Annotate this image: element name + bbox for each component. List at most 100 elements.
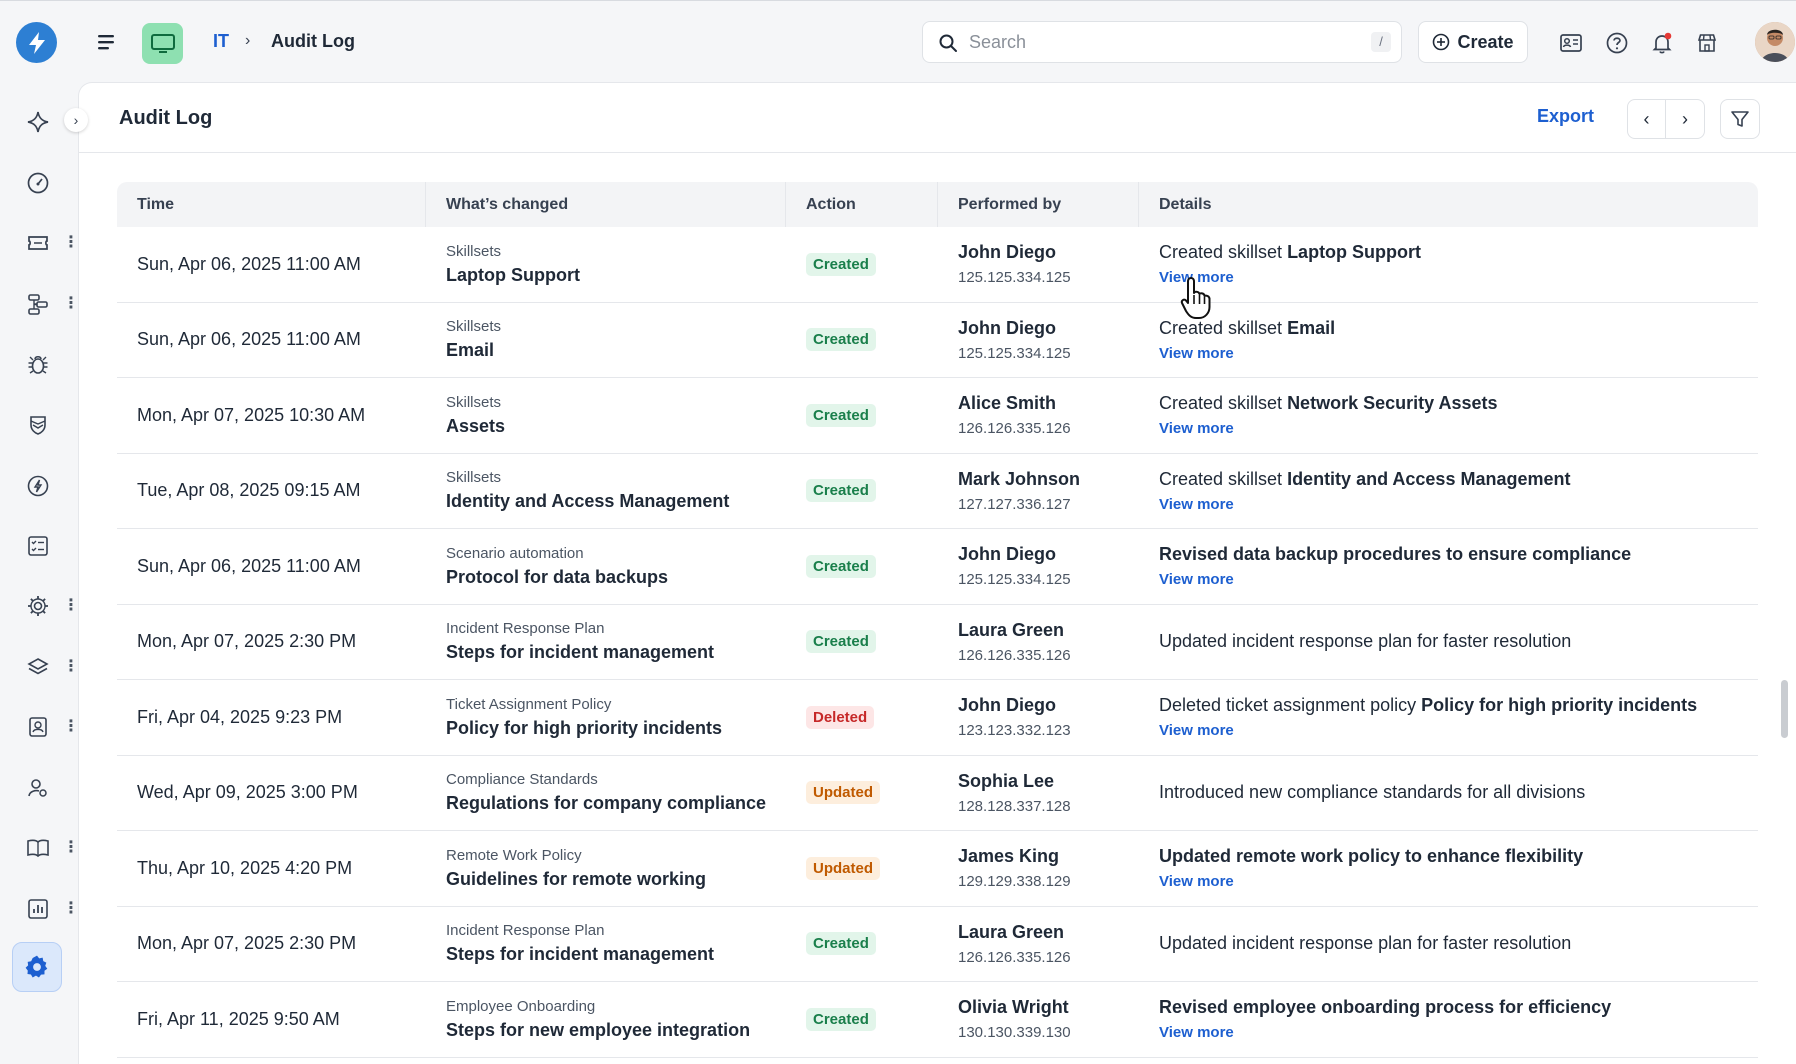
sidebar-expand-button[interactable]: ›: [64, 108, 88, 132]
column-header-time[interactable]: Time: [117, 182, 426, 227]
action-badge: Created: [806, 932, 876, 956]
breadcrumb-root[interactable]: IT: [213, 31, 229, 52]
column-header-details[interactable]: Details: [1139, 182, 1758, 227]
performer-ip: 126.126.335.126: [958, 420, 1071, 438]
view-more-link[interactable]: View more: [1159, 345, 1758, 362]
column-header-whats-changed[interactable]: What’s changed: [426, 182, 786, 227]
tickets-icon[interactable]: [22, 227, 54, 259]
help-icon[interactable]: [1604, 30, 1630, 56]
change-category: Incident Response Plan: [446, 922, 605, 940]
details-subject: Revised data backup procedures to ensure…: [1159, 544, 1632, 565]
action-badge: Created: [806, 252, 876, 276]
change-item: Policy for high priority incidents: [446, 717, 723, 738]
user-avatar[interactable]: [1755, 22, 1795, 62]
id-card-icon[interactable]: [1558, 30, 1584, 56]
table-row[interactable]: Sun, Apr 06, 2025 11:00 AM Skillsets Email…: [117, 303, 1758, 378]
search-box[interactable]: /: [922, 21, 1402, 63]
view-more-link[interactable]: View more: [1159, 269, 1758, 286]
export-button[interactable]: Export: [1537, 106, 1594, 127]
next-page-button[interactable]: ›: [1666, 100, 1704, 138]
details-prefix: Updated incident response plan for faste…: [1159, 631, 1572, 652]
user-settings-icon[interactable]: [22, 772, 54, 804]
table-row[interactable]: Mon, Apr 07, 2025 10:30 AM Skillsets Asset…: [117, 378, 1758, 454]
marketplace-store-icon[interactable]: [1694, 30, 1720, 56]
search-input[interactable]: [969, 22, 1349, 62]
filter-button[interactable]: [1720, 99, 1760, 139]
bug-icon[interactable]: [22, 348, 54, 380]
action-cell: Created: [786, 227, 938, 302]
settings-icon[interactable]: [12, 942, 62, 992]
action-badge: Created: [806, 479, 876, 503]
table-row[interactable]: Mon, Apr 07, 2025 2:30 PM Incident Respon…: [117, 907, 1758, 982]
workflow-more-icon[interactable]: ⋮: [63, 296, 79, 312]
table-row[interactable]: Sun, Apr 06, 2025 11:00 AM Skillsets Lapto…: [117, 227, 1758, 303]
view-more-link[interactable]: View more: [1159, 722, 1758, 739]
mouse-pointer-hand-icon: [1180, 276, 1216, 325]
table-row[interactable]: Sun, Apr 06, 2025 11:00 AM Scenario autom…: [117, 529, 1758, 605]
action-cell: Created: [786, 303, 938, 378]
performer-name: James King: [958, 846, 1060, 867]
sparkle-icon[interactable]: [22, 106, 54, 138]
audit-log-panel: Audit Log Export ‹ › Time What’s changed…: [78, 82, 1796, 1064]
performer-ip: 130.130.339.130: [958, 1024, 1071, 1042]
view-more-link[interactable]: View more: [1159, 571, 1758, 588]
contacts-more-icon[interactable]: ⋮: [63, 719, 79, 735]
details-cell: Created skillset Network Security Assets…: [1139, 378, 1758, 453]
create-button[interactable]: Create: [1418, 21, 1528, 63]
shield-icon[interactable]: [22, 409, 54, 441]
view-more-link[interactable]: View more: [1159, 873, 1758, 890]
details-cell: Created skillset Laptop Support View more: [1139, 227, 1758, 302]
details-prefix: Created skillset: [1159, 393, 1288, 414]
table-row[interactable]: Tue, Apr 08, 2025 09:15 AM Skillsets Ident…: [117, 454, 1758, 529]
performer-name: Sophia Lee: [958, 770, 1055, 791]
table-row[interactable]: Mon, Apr 07, 2025 2:30 PM Incident Respon…: [117, 605, 1758, 680]
time-cell: Mon, Apr 07, 2025 2:30 PM: [137, 631, 357, 652]
details-subject: Laptop Support: [1287, 242, 1422, 263]
knowledge-book-icon[interactable]: [22, 832, 54, 864]
change-item: Email: [446, 340, 495, 361]
change-item: Guidelines for remote working: [446, 868, 707, 889]
app-logo-icon[interactable]: [16, 22, 57, 63]
whats-changed-cell: Ticket Assignment Policy Policy for high …: [426, 680, 786, 755]
previous-page-button[interactable]: ‹: [1628, 100, 1667, 138]
layers-more-icon[interactable]: ⋮: [63, 659, 79, 675]
view-more-link[interactable]: View more: [1159, 420, 1758, 437]
workflow-icon[interactable]: [22, 288, 54, 320]
change-category: Skillsets: [446, 242, 502, 260]
change-item: Laptop Support: [446, 264, 580, 285]
dashboard-gauge-icon[interactable]: [22, 167, 54, 199]
knowledge-more-icon[interactable]: ⋮: [63, 840, 79, 856]
details-text: Revised employee onboarding process for …: [1159, 997, 1758, 1018]
automation-gear-icon[interactable]: [22, 590, 54, 622]
reports-more-icon[interactable]: ⋮: [63, 901, 79, 917]
column-header-performed-by[interactable]: Performed by: [938, 182, 1139, 227]
layers-icon[interactable]: [22, 651, 54, 683]
view-more-link[interactable]: View more: [1159, 1024, 1758, 1041]
table-row[interactable]: Thu, Apr 10, 2025 4:20 PM Remote Work Pol…: [117, 831, 1758, 907]
compass-icon[interactable]: [22, 470, 54, 502]
table-row[interactable]: Fri, Apr 04, 2025 9:23 PM Ticket Assignme…: [117, 680, 1758, 756]
notification-bell-icon[interactable]: [1649, 30, 1675, 56]
contact-book-icon[interactable]: [22, 711, 54, 743]
table-row[interactable]: Fri, Apr 11, 2025 9:50 AM Employee Onboar…: [117, 982, 1758, 1058]
reports-chart-icon[interactable]: [22, 893, 54, 925]
pagination-controls: ‹ ›: [1627, 99, 1705, 139]
performer-name: Laura Green: [958, 619, 1065, 640]
tickets-more-icon[interactable]: ⋮: [63, 235, 79, 251]
hamburger-menu-icon[interactable]: [96, 31, 118, 53]
performed-by-cell: Sophia Lee 128.128.337.128: [938, 756, 1139, 831]
whats-changed-cell: Scenario automation Protocol for data bac…: [426, 529, 786, 604]
vertical-scrollbar[interactable]: [1781, 680, 1788, 738]
view-more-link[interactable]: View more: [1159, 496, 1758, 513]
details-text: Created skillset Email: [1159, 318, 1758, 339]
action-cell: Updated: [786, 756, 938, 831]
automation-more-icon[interactable]: ⋮: [63, 598, 79, 614]
time-cell: Mon, Apr 07, 2025 2:30 PM: [137, 933, 357, 954]
checklist-icon[interactable]: [22, 530, 54, 562]
action-badge: Created: [806, 403, 876, 427]
workspace-monitor-icon[interactable]: [142, 23, 183, 64]
table-row[interactable]: Wed, Apr 09, 2025 3:00 PM Compliance Stan…: [117, 756, 1758, 831]
details-cell: Created skillset Identity and Access Man…: [1139, 454, 1758, 529]
column-header-action[interactable]: Action: [786, 182, 938, 227]
plus-circle-icon: [1433, 33, 1450, 51]
